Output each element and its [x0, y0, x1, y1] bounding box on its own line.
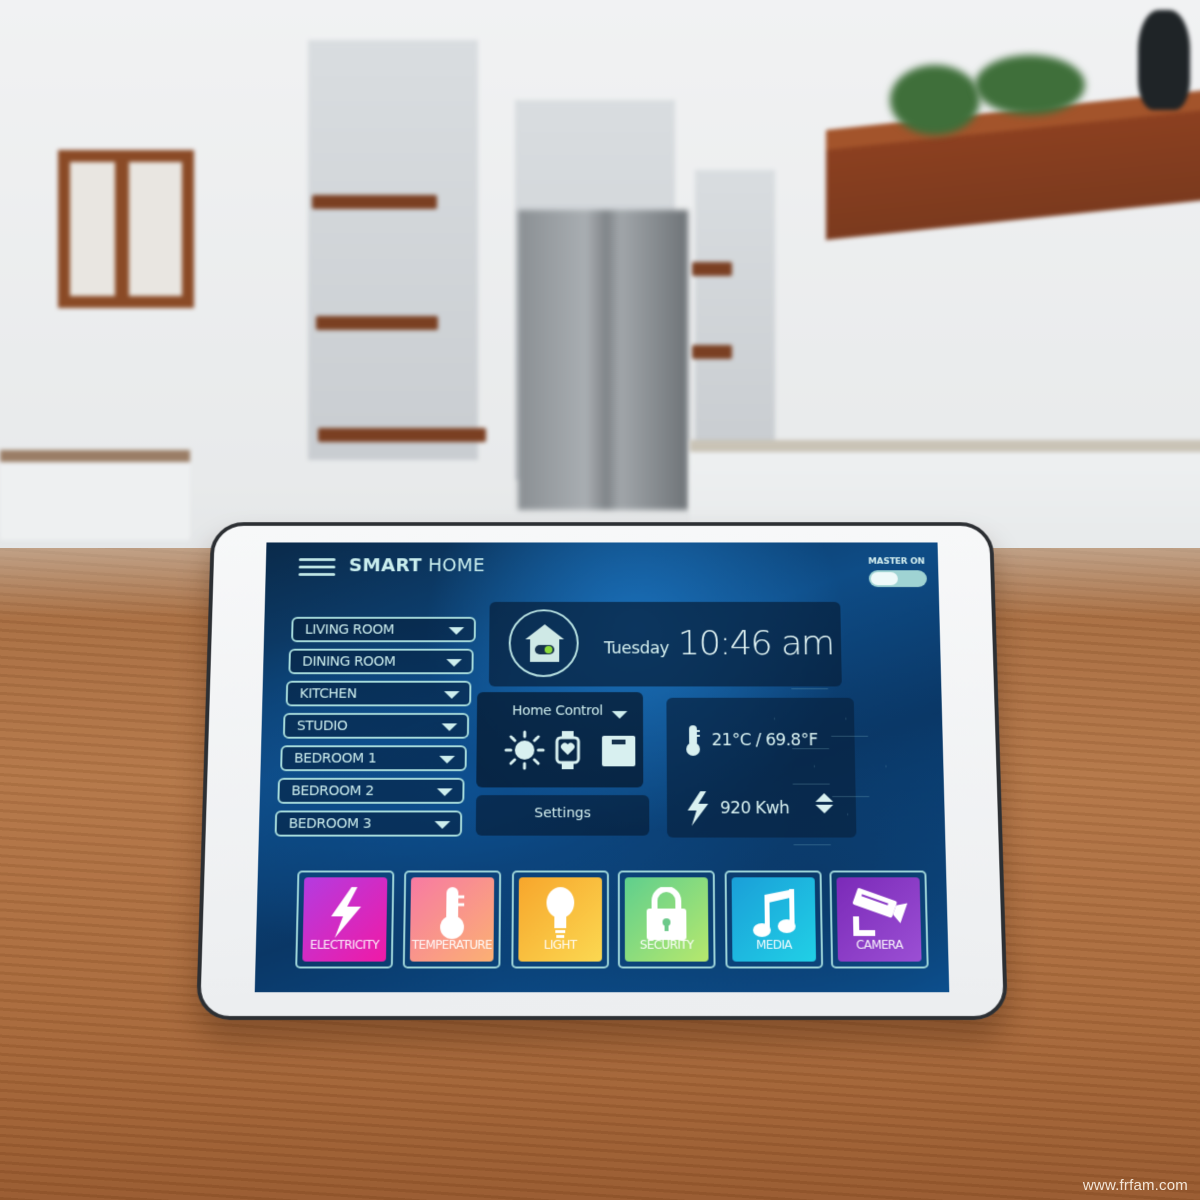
home-toggle-icon — [525, 624, 565, 662]
room-dropdown-kitchen[interactable]: KITCHEN — [285, 680, 472, 707]
settings-label: Settings — [534, 805, 591, 822]
tile-face: LIGHT — [518, 877, 602, 962]
room-label: LIVING ROOM — [304, 622, 395, 638]
clock-panel: Tuesday 10:46 am — [488, 601, 842, 687]
vase — [1138, 10, 1190, 110]
tile-temperature[interactable]: TEMPERATURE — [402, 870, 502, 969]
master-switch-toggle[interactable] — [868, 570, 928, 588]
chevron-down-icon[interactable] — [611, 711, 628, 719]
tile-label: SECURITY — [639, 937, 694, 952]
chevron-down-icon[interactable] — [448, 627, 465, 635]
tile-label: TEMPERATURE — [411, 937, 493, 952]
room-dropdown-dining-room[interactable]: DINING ROOM — [288, 648, 474, 675]
sun-icon[interactable] — [504, 730, 545, 770]
chevron-down-icon[interactable] — [446, 659, 462, 667]
room-label: DINING ROOM — [302, 654, 396, 670]
day-label: Tuesday — [603, 639, 670, 659]
tile-label: ELECTRICITY — [309, 937, 380, 952]
shelf — [316, 316, 438, 330]
room-dropdown-bedroom-1[interactable]: BEDROOM 1 — [280, 745, 467, 772]
shelf — [318, 428, 486, 442]
temperature-value: 21°C / 69.8°F — [711, 731, 818, 751]
watermark: www.frfam.com — [1082, 1177, 1188, 1194]
tile-label: MEDIA — [756, 937, 792, 952]
plant — [890, 65, 980, 135]
app-title-bold: SMART — [348, 555, 423, 576]
toggle-knob — [870, 572, 899, 586]
chevron-down-icon[interactable] — [439, 755, 455, 764]
tile-face: ELECTRICITY — [302, 877, 388, 962]
room-dropdown-studio[interactable]: STUDIO — [282, 712, 470, 739]
smart-home-screen: SMART HOME MASTER ON LIVING ROOM DINING R… — [254, 542, 950, 993]
tile-label: LIGHT — [543, 937, 577, 952]
chevron-down-icon[interactable] — [441, 723, 458, 732]
shelf — [312, 195, 437, 209]
category-tiles: ELECTRICITY TEMPERATURE LIGHT SECURITY MEDIA… — [255, 865, 949, 973]
room-label: KITCHEN — [299, 686, 357, 702]
hamburger-menu-icon[interactable] — [298, 557, 336, 577]
room-label: BEDROOM 2 — [291, 783, 374, 799]
scale-icon[interactable] — [602, 735, 636, 767]
shelf — [692, 345, 732, 359]
room-dropdown-bedroom-3[interactable]: BEDROOM 3 — [274, 810, 463, 837]
home-control-panel: Home Control — [476, 692, 644, 788]
thermometer-icon — [686, 725, 702, 756]
tile-label: CAMERA — [855, 937, 903, 952]
shelf — [692, 262, 732, 276]
app-title-light: HOME — [421, 555, 485, 576]
room-list: LIVING ROOM DINING ROOM KITCHEN STUDIO BEDRO… — [272, 616, 476, 843]
refrigerator — [518, 210, 688, 510]
home-control-dropdown[interactable]: Home Control — [512, 703, 603, 718]
tile-media[interactable]: MEDIA — [724, 870, 824, 969]
energy-value: 920 Kwh — [720, 798, 790, 819]
room-label: BEDROOM 3 — [288, 816, 372, 832]
tablet: SMART HOME MASTER ON LIVING ROOM DINING R… — [196, 522, 1008, 1020]
tile-face: SECURITY — [624, 877, 709, 962]
settings-button[interactable]: Settings — [475, 795, 650, 836]
room-label: STUDIO — [296, 718, 348, 734]
smartwatch-heart-icon[interactable] — [555, 730, 581, 770]
wall-frame — [58, 150, 194, 308]
time-display: 10:46 am — [677, 624, 834, 663]
lightning-icon — [687, 791, 709, 826]
room-dropdown-living-room[interactable]: LIVING ROOM — [291, 616, 476, 643]
master-switch-label: MASTER ON — [868, 557, 925, 567]
tile-camera[interactable]: CAMERA — [829, 870, 929, 969]
energy-row: 920 Kwh — [685, 791, 790, 826]
chevron-down-icon[interactable] — [434, 821, 451, 829]
home-toggle-button[interactable] — [508, 609, 579, 678]
chevron-down-icon[interactable] — [443, 691, 460, 699]
stats-panel: 21°C / 69.8°F 920 Kwh — [666, 698, 856, 838]
energy-adjust-arrows[interactable] — [814, 793, 834, 814]
tile-face: CAMERA — [836, 877, 922, 962]
temperature-row: 21°C / 69.8°F — [684, 724, 818, 756]
plant — [975, 55, 1085, 115]
tile-face: MEDIA — [731, 877, 817, 962]
room-dropdown-bedroom-2[interactable]: BEDROOM 2 — [277, 777, 465, 804]
side-table — [0, 450, 190, 540]
tile-electricity[interactable]: ELECTRICITY — [295, 870, 395, 969]
wall-niche — [308, 40, 478, 460]
tile-security[interactable]: SECURITY — [617, 870, 716, 969]
chevron-down-icon[interactable] — [436, 788, 453, 797]
tile-light[interactable]: LIGHT — [511, 870, 609, 969]
tile-face: TEMPERATURE — [409, 877, 495, 962]
app-title: SMART HOME — [349, 555, 485, 575]
wall-niche — [695, 170, 775, 450]
room-label: BEDROOM 1 — [293, 751, 377, 767]
